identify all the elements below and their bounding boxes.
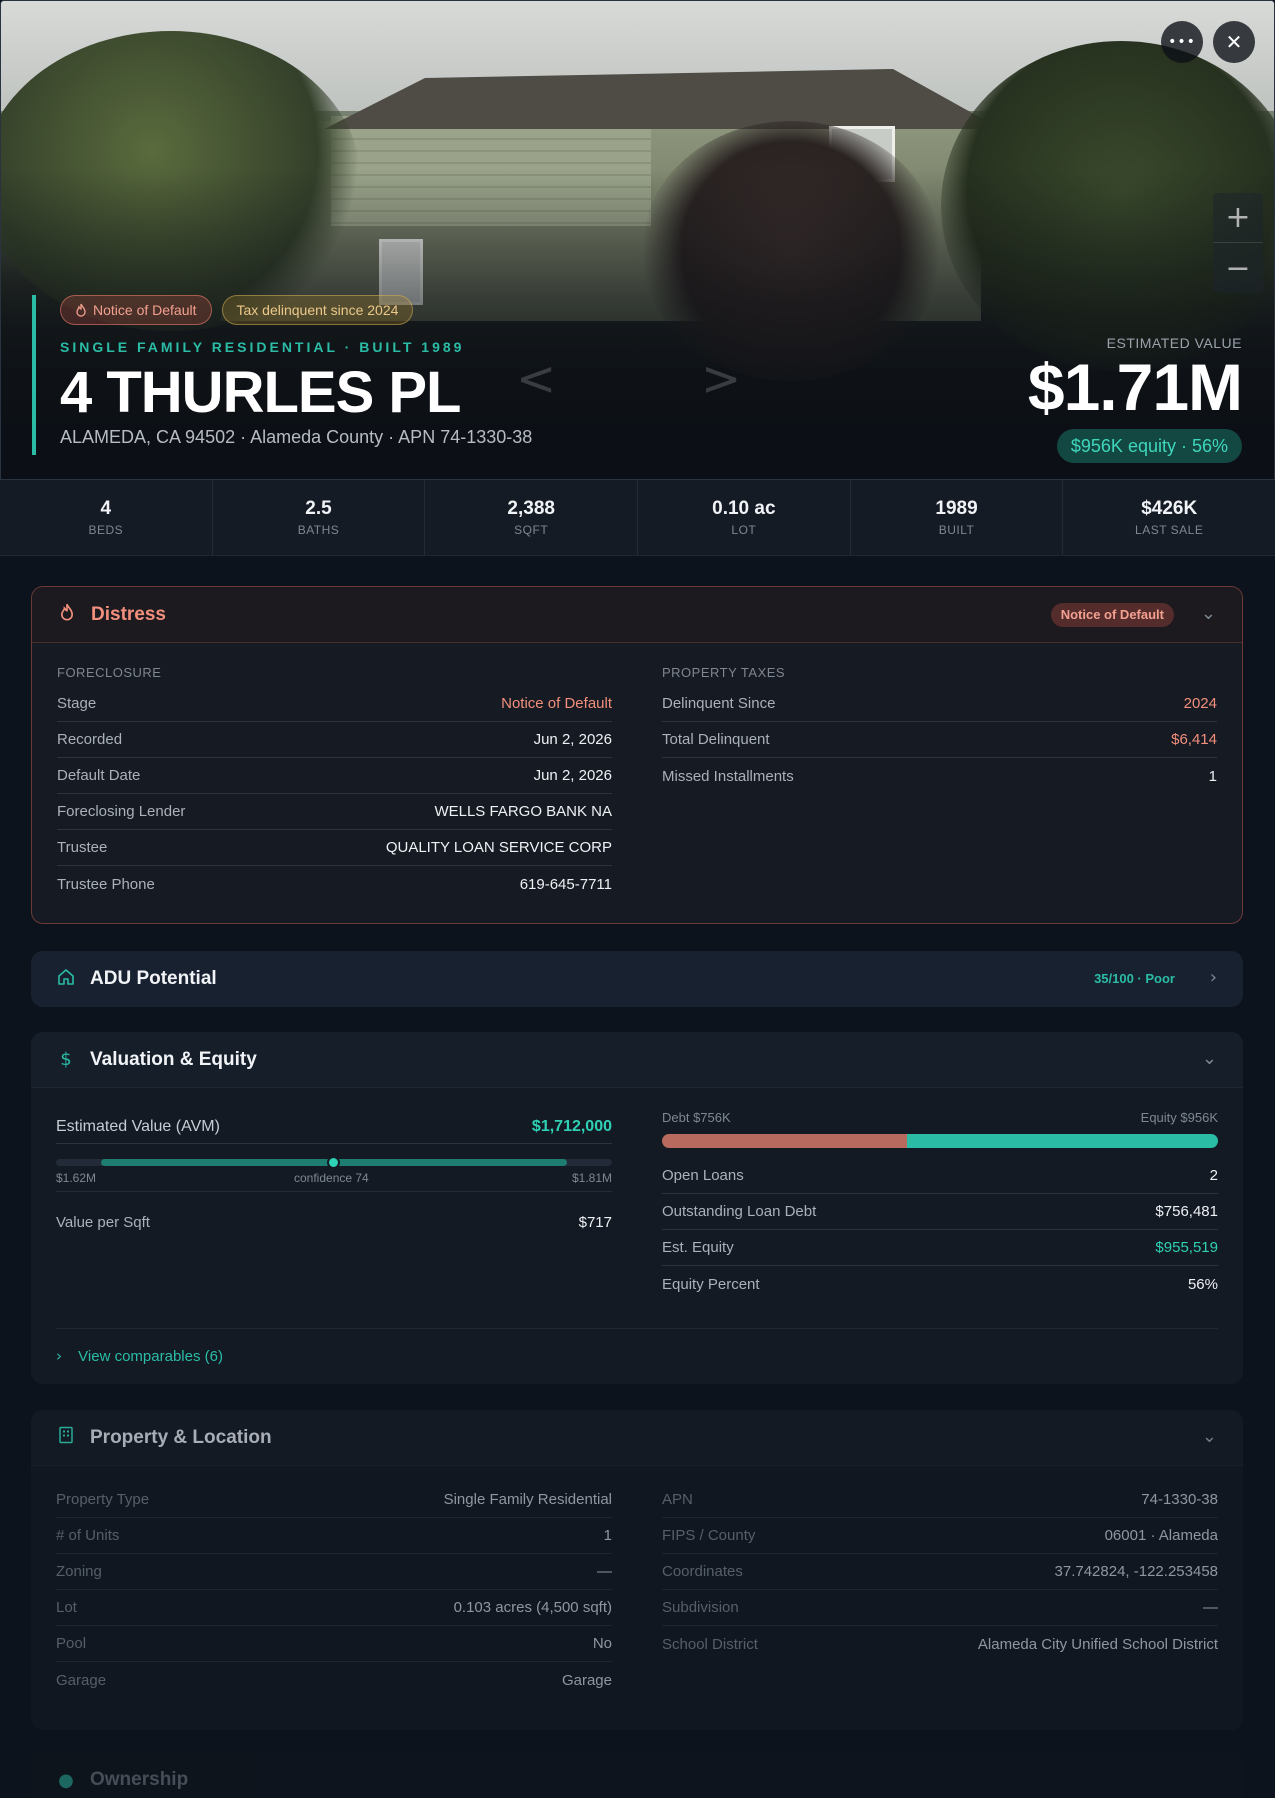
range-low: $1.62M (56, 1171, 97, 1185)
chevron-down-icon[interactable]: ⌄ (1202, 1426, 1217, 1447)
detail-row: Subdivision — (662, 1590, 1218, 1626)
ownership-title: Ownership (90, 1769, 189, 1790)
avm-row: Estimated Value (AVM) $1,712,000 (56, 1110, 612, 1144)
stat-last-sale: $426K LAST SALE (1135, 498, 1204, 537)
stat-beds: 4 BEDS (0, 480, 213, 555)
distress-title: Distress (91, 603, 166, 625)
valuation-title: Valuation & Equity (90, 1048, 257, 1070)
page-title: 4 THURLES PL (60, 360, 462, 425)
ownership-panel[interactable]: ● Ownership (31, 1752, 1243, 1798)
detail-row: Lot 0.103 acres (4,500 sqft) (56, 1590, 612, 1626)
range-high: $1.81M (571, 1171, 612, 1185)
stat-baths: 2.5 BATHS (213, 480, 426, 555)
notice-of-default-badge: Notice of Default (60, 295, 212, 325)
property-subtitle: SINGLE FAMILY RESIDENTIAL · BUILT 1989 (60, 339, 465, 355)
property-taxes-heading: PROPERTY TAXES (662, 665, 786, 680)
confidence-label: confidence 74 (294, 1171, 369, 1185)
close-button[interactable]: ✕ (1213, 21, 1255, 63)
adu-score-badge: 35/100 · Poor (1094, 971, 1175, 986)
detail-row: Est. Equity $955,519 (662, 1230, 1218, 1266)
property-location-title: Property & Location (90, 1426, 272, 1448)
foreclosure-section: FORECLOSURE Stage Notice of Default Recor… (57, 665, 612, 902)
status-badges: Notice of Default Tax delinquent since 2… (60, 295, 732, 325)
distress-badge: Notice of Default (1050, 603, 1174, 627)
stat-built: 1989 BUILT (851, 480, 1064, 555)
property-location-panel: Property & Location ⌄ Property Type Singl… (31, 1410, 1243, 1730)
debt-segment (662, 1134, 907, 1148)
estimated-value-block: ESTIMATED VALUE $1.71M $956K equity · 56… (1027, 335, 1243, 463)
avm-value: $1,712,000 (531, 1117, 612, 1135)
detail-row: Open Loans 2 (662, 1158, 1218, 1194)
property-details-right: APN 74-1330-38 FIPS / County 06001 · Alame… (662, 1482, 1218, 1698)
stat-sqft: 2,388 SQFT (425, 480, 639, 555)
map-zoom-control: + − (1213, 193, 1263, 293)
detail-row: Garage Garage (56, 1671, 612, 1689)
detail-row: Missed Installments 1 (662, 767, 1217, 785)
detail-row: Total Delinquent $6,414 (662, 722, 1217, 758)
detail-row: Zoning — (56, 1554, 612, 1590)
stats-bar: 4 BEDS 2.5 BATHS 2,388 SQFT 0.10 ac LOT 1989… (0, 480, 1275, 556)
chevron-down-icon[interactable]: ⌄ (1202, 1048, 1217, 1069)
avm-marker (327, 1156, 340, 1169)
debt-label: Debt $756K (662, 1110, 731, 1125)
dollar-icon: $ (60, 1049, 72, 1070)
flame-icon (57, 603, 77, 626)
equity-section: Debt $756K Equity $956K Open Loans 2 Outs… (662, 1110, 1218, 1302)
estimated-value-label: ESTIMATED VALUE (1106, 335, 1242, 351)
flame-icon (76, 303, 86, 317)
distress-header[interactable]: Distress Notice of Default ⌄ (32, 587, 1242, 643)
more-options-button[interactable]: ••• (1161, 21, 1203, 63)
detail-row: Coordinates 37.742824, -122.253458 (662, 1554, 1218, 1590)
chevron-down-icon[interactable]: ⌄ (1201, 603, 1216, 624)
detail-row: FIPS / County 06001 · Alameda (662, 1518, 1218, 1554)
view-comparables-link[interactable]: › View comparables (6) (56, 1328, 1218, 1365)
valuation-equity-panel: $ Valuation & Equity ⌄ Estimated Value (… (31, 1032, 1243, 1384)
chevron-right-icon: › (56, 1347, 62, 1365)
detail-row: Pool No (56, 1626, 612, 1662)
property-details-left: Property Type Single Family Residential #… (56, 1482, 612, 1698)
confidence-range: $1.62M confidence 74 $1.81M (56, 1144, 612, 1192)
building-icon (56, 1426, 76, 1449)
property-location-header[interactable]: Property & Location ⌄ (31, 1410, 1243, 1466)
detail-row: Foreclosing Lender WELLS FARGO BANK NA (57, 794, 612, 830)
adu-potential-panel[interactable]: ADU Potential 35/100 · Poor › (31, 951, 1243, 1007)
location-line: ALAMEDA, CA 94502 · Alameda County · APN… (60, 427, 533, 447)
detail-row: Outstanding Loan Debt $756,481 (662, 1194, 1218, 1230)
detail-row: Delinquent Since 2024 (662, 686, 1217, 722)
distress-panel: Distress Notice of Default ⌄ FORECLOSURE… (31, 586, 1243, 924)
detail-row: # of Units 1 (56, 1518, 612, 1554)
detail-row: Value per Sqft $717 (56, 1213, 612, 1231)
valuation-header[interactable]: $ Valuation & Equity ⌄ (31, 1032, 1243, 1088)
equity-segment (906, 1134, 1218, 1148)
zoom-in-button[interactable]: + (1213, 193, 1263, 243)
property-hero: < > ••• ✕ + − Notice of Default Tax deli… (0, 0, 1275, 480)
tax-delinquent-badge: Tax delinquent since 2024 (221, 295, 414, 325)
home-icon (56, 968, 76, 991)
equity-label: Equity $956K (1140, 1110, 1218, 1125)
adu-title: ADU Potential (90, 968, 217, 989)
detail-row: Default Date Jun 2, 2026 (57, 758, 612, 794)
foreclosure-heading: FORECLOSURE (57, 665, 162, 680)
chevron-right-icon[interactable]: › (1210, 967, 1217, 988)
estimated-value: $1.71M (1027, 350, 1243, 424)
avm-section: Estimated Value (AVM) $1,712,000 $1.62M … (56, 1110, 612, 1302)
property-header: Notice of Default Tax delinquent since 2… (32, 295, 732, 455)
zoom-out-button[interactable]: − (1213, 243, 1263, 293)
detail-row: Trustee QUALITY LOAN SERVICE CORP (57, 830, 612, 866)
detail-row: Property Type Single Family Residential (56, 1482, 612, 1518)
detail-row: Equity Percent 56% (662, 1275, 1218, 1293)
detail-row: Trustee Phone 619-645-7711 (57, 875, 612, 893)
detail-row: School District Alameda City Unified Scho… (662, 1635, 1218, 1653)
equity-pill: $956K equity · 56% (1056, 429, 1242, 463)
detail-row: APN 74-1330-38 (662, 1482, 1218, 1518)
detail-row: Stage Notice of Default (57, 686, 612, 722)
detail-row: Recorded Jun 2, 2026 (57, 722, 612, 758)
user-icon: ● (58, 1769, 74, 1791)
stat-lot: 0.10 ac LOT (638, 480, 851, 555)
debt-equity-bar (662, 1134, 1218, 1148)
property-taxes-section: PROPERTY TAXES Delinquent Since 2024 Tota… (662, 665, 1217, 902)
more-icon: ••• (1168, 34, 1196, 50)
close-icon: ✕ (1225, 30, 1243, 54)
